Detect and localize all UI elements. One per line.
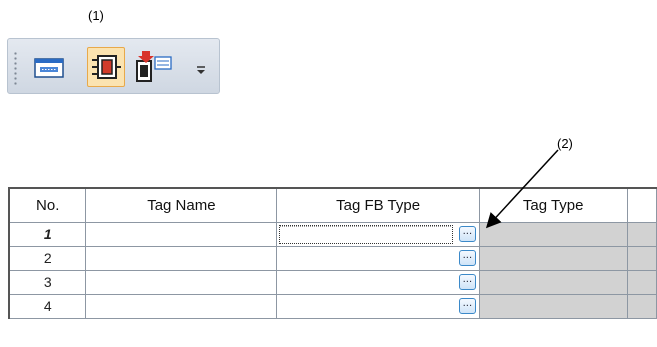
tag-type-cell bbox=[478, 221, 628, 247]
table-row: 1 ... bbox=[8, 221, 657, 247]
tag-fb-type-editor[interactable]: ... bbox=[277, 295, 479, 318]
row-number: 1 bbox=[8, 221, 87, 247]
browse-button[interactable]: ... bbox=[458, 297, 476, 314]
extra-cell bbox=[626, 269, 657, 295]
tag-type-cell bbox=[478, 269, 628, 295]
tag-name-cell[interactable] bbox=[85, 221, 278, 247]
window-icon bbox=[34, 58, 64, 78]
tag-name-cell[interactable] bbox=[85, 293, 278, 319]
toolbar-overflow-button[interactable] bbox=[194, 59, 208, 79]
tag-fb-type-editor[interactable]: ... bbox=[277, 271, 479, 294]
overflow-dropdown-icon bbox=[197, 66, 205, 74]
toolbar-grip[interactable] bbox=[14, 51, 17, 85]
extra-cell bbox=[626, 245, 657, 271]
row-number: 2 bbox=[8, 245, 87, 271]
tag-grid: No. Tag Name Tag FB Type Tag Type 1 ... bbox=[8, 187, 657, 319]
stage: (1) (2) No. Tag Name Tag FB Type Tag Typ… bbox=[0, 0, 657, 347]
tag-fb-type-editor[interactable]: ... bbox=[277, 223, 479, 246]
tag-fb-type-editor[interactable]: ... bbox=[277, 247, 479, 270]
column-header-tag-type[interactable]: Tag Type bbox=[478, 187, 628, 223]
callout-label-2: (2) bbox=[557, 136, 573, 151]
window-button[interactable] bbox=[30, 47, 68, 87]
tag-fb-button[interactable] bbox=[87, 47, 125, 87]
tag-name-cell[interactable] bbox=[85, 269, 278, 295]
tag-type-cell bbox=[478, 245, 628, 271]
tag-fb-type-cell[interactable]: ... bbox=[276, 269, 480, 295]
toolbar bbox=[7, 38, 220, 94]
table-row: 3 ... bbox=[8, 269, 657, 295]
tag-fb-type-cell[interactable]: ... bbox=[276, 293, 480, 319]
tag-type-cell bbox=[478, 293, 628, 319]
row-number: 4 bbox=[8, 293, 87, 319]
column-header-extra[interactable] bbox=[626, 187, 657, 223]
column-header-no[interactable]: No. bbox=[8, 187, 87, 223]
tag-name-cell[interactable] bbox=[85, 245, 278, 271]
extra-cell bbox=[626, 221, 657, 247]
fb-property-button[interactable] bbox=[133, 47, 172, 87]
browse-button[interactable]: ... bbox=[458, 249, 476, 266]
header-row: No. Tag Name Tag FB Type Tag Type bbox=[8, 187, 657, 223]
row-number: 3 bbox=[8, 269, 87, 295]
browse-button[interactable]: ... bbox=[458, 273, 476, 290]
extra-cell bbox=[626, 293, 657, 319]
column-header-tag-name[interactable]: Tag Name bbox=[85, 187, 278, 223]
tag-fb-icon bbox=[92, 55, 121, 79]
callout-label-1: (1) bbox=[88, 8, 104, 23]
browse-button[interactable]: ... bbox=[458, 225, 476, 242]
tag-fb-type-cell[interactable]: ... bbox=[276, 221, 480, 247]
fb-property-icon bbox=[136, 51, 172, 82]
table-row: 4 ... bbox=[8, 293, 657, 319]
tag-fb-type-cell[interactable]: ... bbox=[276, 245, 480, 271]
focus-rectangle bbox=[279, 224, 453, 244]
table-row: 2 ... bbox=[8, 245, 657, 271]
column-header-tag-fb-type[interactable]: Tag FB Type bbox=[276, 187, 480, 223]
